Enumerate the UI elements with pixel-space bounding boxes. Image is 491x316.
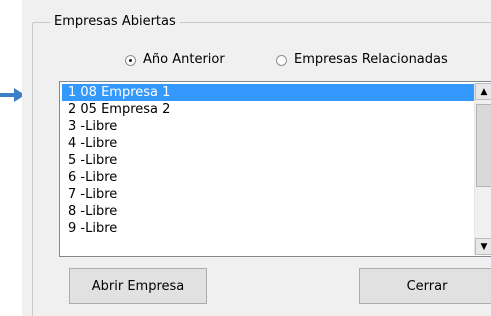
scroll-down-button[interactable]: ▼ xyxy=(475,238,491,255)
radio-checked-icon[interactable] xyxy=(125,54,136,66)
screen: Empresas Abiertas Año Anterior Empresas … xyxy=(0,0,491,316)
list-item[interactable]: 5 -Libre xyxy=(62,152,476,169)
list-item[interactable]: 3 -Libre xyxy=(62,118,476,135)
triangle-down-icon: ▼ xyxy=(480,241,488,252)
list-item[interactable]: 4 -Libre xyxy=(62,135,476,152)
list-item[interactable]: 7 -Libre xyxy=(62,186,476,203)
related-companies-label: Empresas Relacionadas xyxy=(294,52,448,67)
list-item[interactable]: 6 -Libre xyxy=(62,169,476,186)
list-item[interactable]: 1 08 Empresa 1 xyxy=(62,84,476,101)
open-company-button[interactable]: Abrir Empresa xyxy=(69,268,207,304)
list-item[interactable]: 9 -Libre xyxy=(62,220,476,237)
scroll-up-button[interactable]: ▲ xyxy=(475,83,491,100)
previous-year-option[interactable]: Año Anterior xyxy=(125,52,225,68)
radio-unchecked-icon[interactable] xyxy=(276,54,287,66)
list-item[interactable]: 8 -Libre xyxy=(62,203,476,220)
company-list: 1 08 Empresa 1 2 05 Empresa 2 3 -Libre 4… xyxy=(62,84,476,237)
company-listbox[interactable]: 1 08 Empresa 1 2 05 Empresa 2 3 -Libre 4… xyxy=(59,81,491,257)
vertical-scrollbar[interactable]: ▲ ▼ xyxy=(474,83,491,255)
scroll-thumb[interactable] xyxy=(476,104,491,187)
triangle-up-icon: ▲ xyxy=(480,86,488,97)
close-button[interactable]: Cerrar xyxy=(359,268,491,304)
list-item[interactable]: 2 05 Empresa 2 xyxy=(62,101,476,118)
previous-year-label: Año Anterior xyxy=(143,52,225,67)
related-companies-option[interactable]: Empresas Relacionadas xyxy=(276,52,448,68)
company-dialog: Empresas Abiertas Año Anterior Empresas … xyxy=(22,0,491,316)
group-title: Empresas Abiertas xyxy=(50,14,180,30)
